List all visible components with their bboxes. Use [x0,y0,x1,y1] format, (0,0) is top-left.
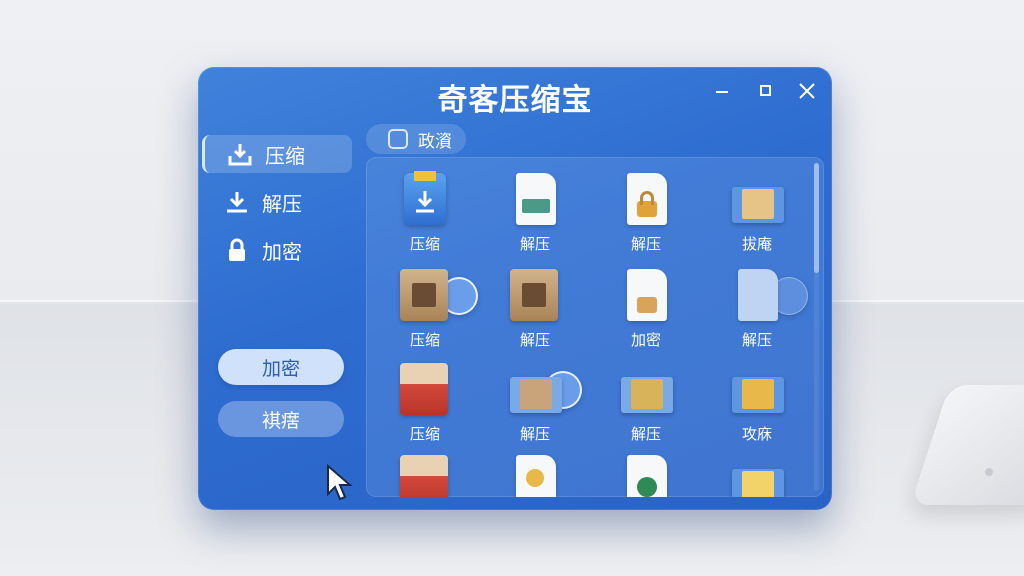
encrypt-button[interactable]: 加密 [218,349,344,385]
scrollbar-thumb[interactable] [814,163,819,273]
sidebar-item-label: 加密 [262,239,302,264]
tile-label: 解压 [519,425,550,443]
document-lock-icon [621,269,671,325]
grid-tile[interactable] [704,453,804,497]
download-arrow-icon [224,189,250,215]
grid-tile[interactable] [593,453,693,497]
sidebar-item-encrypt[interactable]: 加密 [202,231,352,269]
close-button[interactable] [795,79,819,103]
grid-tile[interactable]: 攻庥 [704,361,804,451]
download-tray-icon [227,141,253,167]
mouse-cursor-icon [327,464,353,501]
grid-tile[interactable]: 加密 [593,267,693,357]
tile-label: 解压 [630,235,661,253]
close-icon [799,83,815,99]
envelope-box-icon [510,363,562,419]
tile-label: 解压 [630,425,661,443]
minimize-button[interactable] [710,79,734,103]
grid-tile[interactable] [482,453,582,497]
tile-label: 压缩 [409,331,440,349]
tile-label: 压缩 [409,235,440,253]
secondary-button[interactable]: 褀瘔 [218,401,344,437]
tile-label: 攻庥 [741,425,772,443]
sidebar-item-compress[interactable]: 压缩 [202,135,352,173]
grid-tile[interactable]: 拔庵 [704,171,804,261]
compress-download-icon [400,171,450,229]
document-green-icon [621,455,671,497]
laptop-indicator [985,468,993,476]
file-grid: 压缩 解压 解压 拔庵 压缩 解压 加密 解压 压缩 解压 解压 攻庥 [366,157,824,497]
grid-tile[interactable]: 解压 [704,267,804,357]
document-lock-icon [621,173,671,229]
tile-label: 压缩 [409,425,440,443]
laptop-corner [910,385,1024,505]
maximize-icon [760,85,771,96]
grid-tile[interactable]: 压缩 [372,361,472,451]
grid-tile[interactable]: 压缩 [372,267,472,357]
breadcrumb[interactable]: 政澬 [366,124,466,154]
grid-tile[interactable]: 解压 [482,267,582,357]
grid-tile[interactable]: 压缩 [372,171,472,261]
minimize-icon [716,91,728,93]
folder-icon [388,129,408,149]
tile-label: 解压 [519,331,550,349]
archive-box-icon [510,269,560,325]
grid-tile[interactable]: 解压 [593,361,693,451]
grid-tile[interactable]: 解压 [482,361,582,451]
envelope-gold-icon [732,363,784,419]
tile-label: 加密 [630,331,661,349]
tile-label: 解压 [519,235,550,253]
document-cone-icon [510,455,560,497]
archive-box-icon [400,269,450,325]
window-title: 奇客压缩宝 [437,83,593,118]
breadcrumb-label: 政澬 [418,131,452,152]
document-tray-icon [510,173,560,229]
red-archive-icon [400,363,450,419]
maximize-button[interactable] [754,79,778,103]
envelope-image-icon [621,363,673,419]
envelope-folder-icon [732,455,784,497]
sidebar: 压缩 解压 加密 加密 褀瘔 [198,133,358,501]
app-window: 奇客压缩宝 压缩 解压 加密 加密 褀瘔 政澬 压缩 解压 解压 拔庵 压缩 解… [198,67,832,510]
tile-label: 拔庵 [741,235,772,253]
document-folder-icon [732,269,782,325]
grid-tile[interactable]: 解压 [482,171,582,261]
sidebar-item-label: 压缩 [265,143,305,168]
envelope-folder-icon [732,173,784,229]
grid-tile[interactable]: 解压 [593,171,693,261]
lock-icon [224,237,250,263]
grid-tile[interactable] [372,453,472,497]
sidebar-item-extract[interactable]: 解压 [202,183,352,221]
red-archive-icon [400,455,450,497]
tile-label: 解压 [741,331,772,349]
sidebar-item-label: 解压 [262,191,302,216]
